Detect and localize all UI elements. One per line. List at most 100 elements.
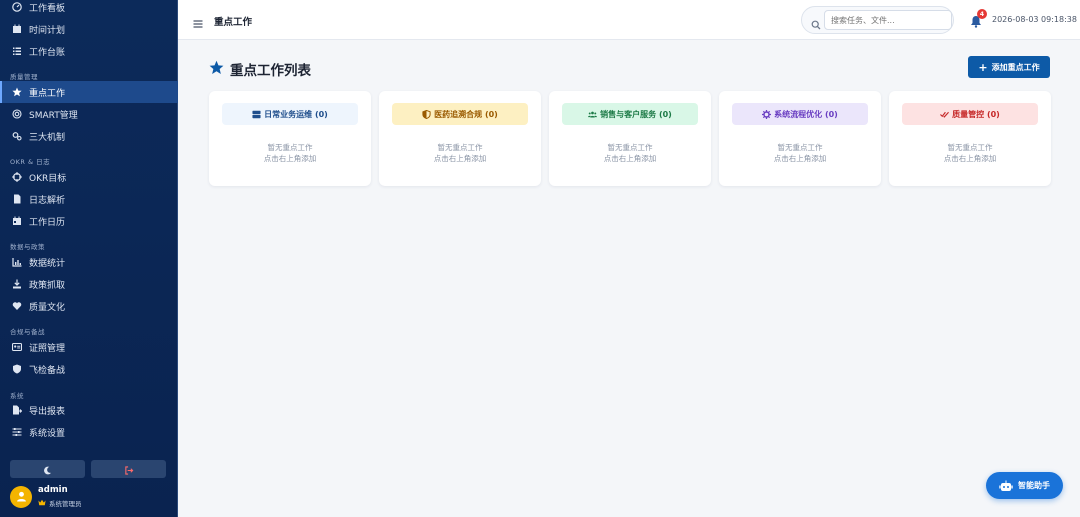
empty-hint: 点击右上角添加 [943, 154, 997, 163]
logout-icon [124, 460, 134, 479]
list-icon [12, 46, 22, 56]
sidebar-item-schedule[interactable]: 时间计划 [0, 18, 178, 40]
sidebar: 工作看板 时间计划 工作台账 质量管理 重点工作 SMART管理 三大机制 OK… [0, 0, 178, 517]
sidebar-item-label: 重点工作 [29, 88, 66, 99]
document-icon [12, 194, 22, 204]
section-data-policy: 数据与政策 [10, 243, 45, 251]
sidebar-item-label: 工作台账 [29, 47, 66, 58]
category-label: 质量管控 (0) [952, 109, 1000, 119]
sidebar-item-mechanisms[interactable]: 三大机制 [0, 125, 178, 147]
calendar-day-icon [12, 216, 22, 226]
sidebar-item-label: 工作看板 [29, 3, 66, 14]
sidebar-item-log-parse[interactable]: 日志解析 [0, 188, 178, 210]
current-datetime: 2026-08-03 09:18:38 [992, 15, 1077, 24]
main-heading: 重点工作列表 [209, 59, 311, 79]
empty-text: 暂无重点工作 [777, 143, 823, 152]
sidebar-item-okr[interactable]: OKR目标 [0, 166, 178, 188]
shield-icon [12, 364, 22, 374]
category-label: 日常业务运维 (0) [264, 109, 328, 119]
chart-icon [12, 257, 22, 267]
user-profile[interactable]: admin 系统管理员 [10, 485, 82, 508]
notification-badge: 4 [977, 9, 987, 19]
sidebar-item-label: 政策抓取 [29, 280, 66, 291]
add-key-work-label: 添加重点工作 [991, 62, 1040, 72]
sidebar-item-label: OKR目标 [29, 173, 67, 184]
crosshair-icon [12, 172, 22, 182]
robot-icon [999, 480, 1013, 492]
category-card-quality-control: 质量管控 (0) 暂无重点工作 点击右上角添加 [889, 91, 1051, 186]
sidebar-item-export[interactable]: 导出报表 [0, 399, 178, 421]
category-card-pharma-compliance: 医药追溯合规 (0) 暂无重点工作 点击右上角添加 [379, 91, 541, 186]
moon-icon [43, 460, 52, 479]
category-header-sales-service[interactable]: 销售与客户服务 (0) [562, 103, 698, 125]
sidebar-item-label: 飞检备战 [29, 365, 66, 376]
section-compliance: 合规与备战 [10, 328, 45, 336]
category-header-daily-ops[interactable]: 日常业务运维 (0) [222, 103, 358, 125]
sidebar-item-smart[interactable]: SMART管理 [0, 103, 178, 125]
sidebar-item-inspection[interactable]: 飞检备战 [0, 358, 178, 380]
sidebar-item-label: 工作日历 [29, 217, 66, 228]
check-double-icon [940, 110, 950, 119]
top-header: 重点工作 4 2026-08-03 09:18:38 [178, 0, 1080, 40]
user-role: 系统管理员 [49, 500, 82, 508]
user-name: admin [38, 485, 68, 495]
menu-toggle-button[interactable] [193, 14, 203, 28]
sidebar-item-label: 三大机制 [29, 132, 66, 143]
sliders-icon [12, 427, 22, 437]
sidebar-item-label: 时间计划 [29, 25, 66, 36]
category-label: 销售与客户服务 (0) [600, 109, 672, 119]
category-header-process-optimization[interactable]: 系统流程优化 (0) [732, 103, 868, 125]
empty-text: 暂无重点工作 [947, 143, 993, 152]
sidebar-item-policy-fetch[interactable]: 政策抓取 [0, 273, 178, 295]
calendar-icon [12, 24, 22, 34]
smart-assistant-button[interactable]: 智能助手 [986, 472, 1063, 499]
category-label: 系统流程优化 (0) [774, 109, 838, 119]
add-key-work-button[interactable]: + 添加重点工作 [968, 56, 1050, 78]
sidebar-item-work-calendar[interactable]: 工作日历 [0, 210, 178, 232]
heart-icon [12, 301, 22, 311]
sidebar-item-statistics[interactable]: 数据统计 [0, 251, 178, 273]
star-icon [209, 60, 224, 79]
search-box [801, 6, 954, 34]
empty-text: 暂无重点工作 [607, 143, 653, 152]
user-icon [16, 487, 27, 506]
empty-text: 暂无重点工作 [267, 143, 313, 152]
category-card-process-optimization: 系统流程优化 (0) 暂无重点工作 点击右上角添加 [719, 91, 881, 186]
plus-icon: + [978, 60, 988, 74]
search-input[interactable] [824, 10, 952, 30]
logout-button[interactable] [91, 460, 166, 478]
section-quality: 质量管理 [10, 73, 38, 81]
sidebar-item-label: 日志解析 [29, 195, 66, 206]
sidebar-item-label: 质量文化 [29, 302, 66, 313]
download-icon [12, 279, 22, 289]
sidebar-item-label: 证照管理 [29, 343, 66, 354]
sidebar-item-label: 数据统计 [29, 258, 66, 269]
empty-text: 暂无重点工作 [437, 143, 483, 152]
sidebar-item-dashboard[interactable]: 工作看板 [0, 0, 178, 18]
server-icon [252, 110, 261, 119]
gauge-icon [12, 2, 22, 12]
category-header-pharma-compliance[interactable]: 医药追溯合规 (0) [392, 103, 528, 125]
sidebar-item-label: 导出报表 [29, 406, 66, 417]
target-icon [12, 109, 22, 119]
theme-toggle-button[interactable] [10, 460, 85, 478]
gears-icon [12, 131, 22, 141]
cog-icon [762, 109, 772, 119]
empty-hint: 点击右上角添加 [603, 154, 657, 163]
empty-hint: 点击右上角添加 [773, 154, 827, 163]
page-title: 重点工作 [214, 17, 253, 28]
crown-icon [38, 499, 46, 508]
sidebar-item-ledger[interactable]: 工作台账 [0, 40, 178, 62]
search-icon [811, 15, 821, 30]
sidebar-item-label: 系统设置 [29, 428, 66, 439]
category-header-quality-control[interactable]: 质量管控 (0) [902, 103, 1038, 125]
shield-half-icon [422, 109, 431, 119]
hamburger-icon [193, 14, 203, 33]
main-title: 重点工作列表 [230, 63, 311, 79]
sidebar-item-quality-culture[interactable]: 质量文化 [0, 295, 178, 317]
sidebar-item-settings[interactable]: 系统设置 [0, 421, 178, 443]
sidebar-item-license[interactable]: 证照管理 [0, 336, 178, 358]
sidebar-item-key-work[interactable]: 重点工作 [0, 81, 178, 103]
sidebar-item-label: SMART管理 [29, 110, 78, 121]
category-label: 医药追溯合规 (0) [434, 109, 498, 119]
